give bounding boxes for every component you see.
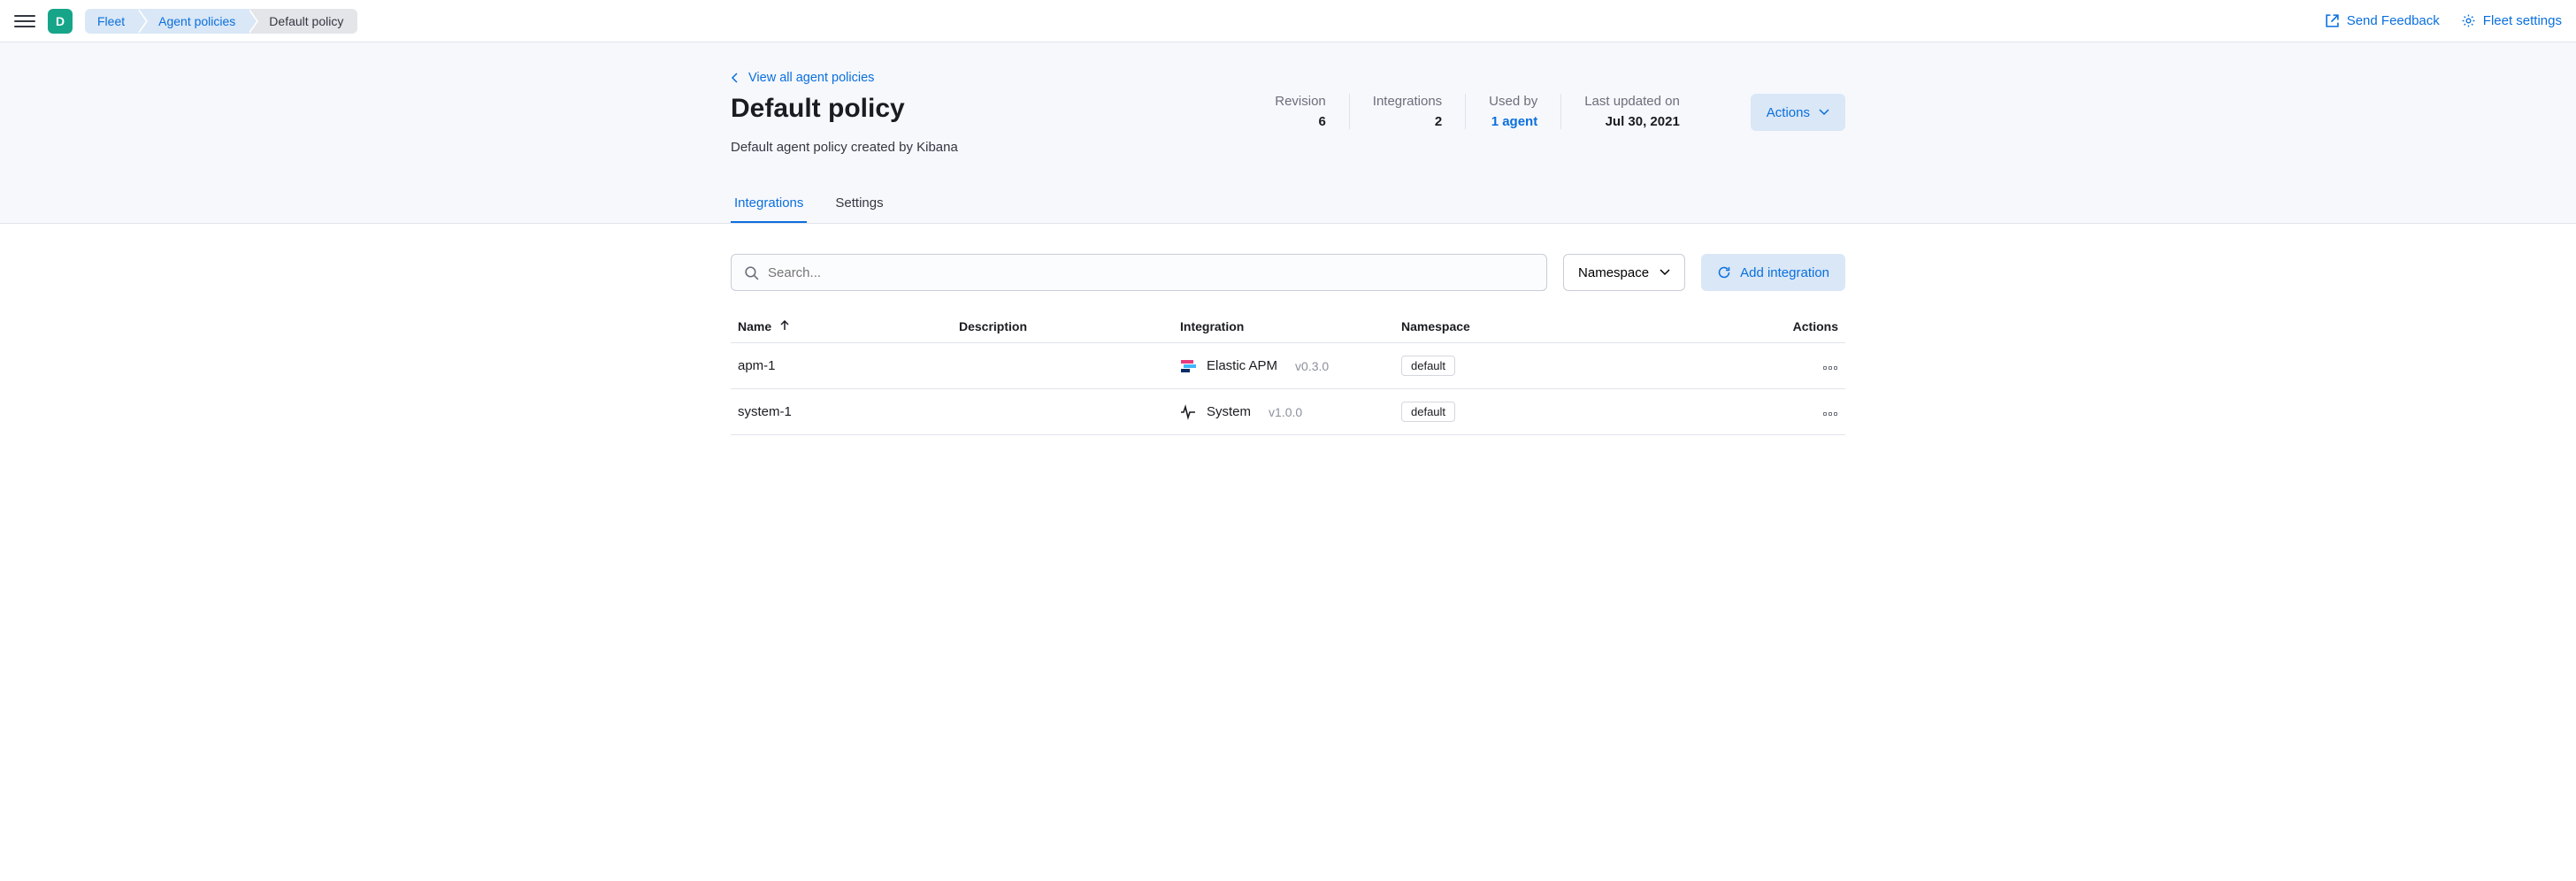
stat-integrations-value: 2 [1373,114,1442,129]
stat-updated-value: Jul 30, 2021 [1584,114,1680,129]
namespace-filter-button[interactable]: Namespace [1563,254,1685,291]
cell-name: system-1 [731,389,952,435]
actions-button[interactable]: Actions [1751,94,1845,131]
refresh-icon [1717,265,1731,280]
cell-integration: Elastic APM v0.3.0 [1173,343,1394,389]
table-row: system-1 System v1.0.0 default [731,389,1845,435]
stat-usedby-value[interactable]: 1 agent [1489,114,1537,129]
column-name[interactable]: Name [731,310,952,343]
page-description: Default agent policy created by Kibana [731,140,1085,155]
cell-namespace: default [1394,343,1571,389]
breadcrumb-fleet[interactable]: Fleet [85,9,139,34]
popout-icon [2325,13,2340,28]
stat-revision-label: Revision [1275,94,1326,109]
hamburger-menu-icon[interactable] [14,11,35,32]
column-description[interactable]: Description [952,310,1173,343]
add-integration-button[interactable]: Add integration [1701,254,1845,291]
table-row: apm-1 Elastic APM v0.3.0 default [731,343,1845,389]
gear-icon [2461,13,2476,28]
system-icon [1180,404,1196,420]
column-integration[interactable]: Integration [1173,310,1394,343]
namespace-badge: default [1401,402,1455,422]
search-input[interactable] [768,265,1534,280]
chevron-down-icon [1660,267,1670,278]
breadcrumb-current: Default policy [249,9,357,34]
tab-integrations[interactable]: Integrations [731,185,807,223]
fleet-settings-link[interactable]: Fleet settings [2461,13,2562,28]
namespace-badge: default [1401,356,1455,376]
stat-integrations-label: Integrations [1373,94,1442,109]
cell-description [952,389,1173,435]
search-input-wrapper[interactable] [731,254,1547,291]
back-link[interactable]: View all agent policies [731,71,1845,85]
send-feedback-link[interactable]: Send Feedback [2325,13,2440,28]
cell-description [952,343,1173,389]
sort-asc-icon [780,320,789,331]
breadcrumb: Fleet Agent policies Default policy [85,9,357,34]
cell-name: apm-1 [731,343,952,389]
cell-namespace: default [1394,389,1571,435]
chevron-down-icon [1819,107,1829,118]
stat-revision-value: 6 [1275,114,1326,129]
avatar[interactable]: D [48,9,73,34]
tab-settings[interactable]: Settings [832,185,886,223]
row-actions-menu[interactable] [1822,366,1838,370]
chevron-left-icon [731,73,740,83]
search-icon [744,265,759,280]
apm-icon [1180,358,1196,374]
column-actions: Actions [1571,310,1845,343]
row-actions-menu[interactable] [1822,412,1838,416]
stat-updated-label: Last updated on [1584,94,1680,109]
cell-integration: System v1.0.0 [1173,389,1394,435]
column-namespace[interactable]: Namespace [1394,310,1571,343]
page-title: Default policy [731,94,1085,124]
breadcrumb-agent-policies[interactable]: Agent policies [139,9,249,34]
stats: Revision 6 Integrations 2 Used by 1 agen… [1252,94,1703,129]
stat-usedby-label: Used by [1489,94,1537,109]
